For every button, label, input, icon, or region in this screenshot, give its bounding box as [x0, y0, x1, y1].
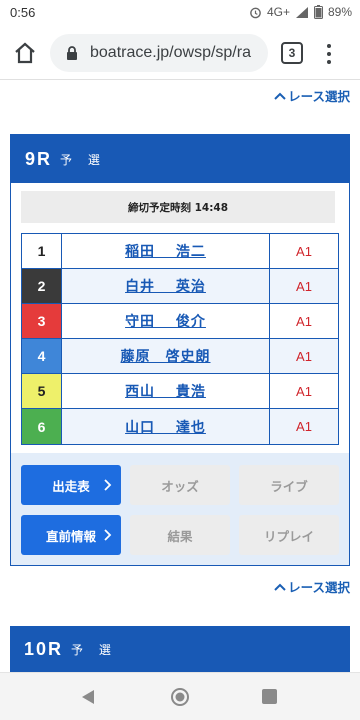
back-icon[interactable] [80, 689, 96, 705]
lane-number: 5 [22, 374, 62, 408]
racer-rank: A1 [296, 348, 312, 364]
next-race-number: 10R [24, 638, 64, 659]
entry-row: 6 山口 達也 A1 [22, 409, 338, 444]
racer-name-link[interactable]: 稲田 浩二 [62, 234, 270, 268]
chevron-right-icon [104, 529, 112, 541]
racer-name-link[interactable]: 藤原 啓史朗 [62, 339, 270, 373]
entry-table-button[interactable]: 出走表 [21, 465, 121, 505]
racer-rank: A1 [296, 278, 312, 294]
pre-info-label: 直前情報 [45, 528, 96, 544]
race-card: 9R 予 選 締切予定時刻 14:48 1 稲田 浩二 A1 2 白井 英治 A… [10, 134, 350, 566]
race-header: 9R 予 選 [11, 135, 349, 183]
url-text: boatrace.jp/owsp/sp/ra [90, 44, 251, 61]
race-select-link-top[interactable]: レース選択 [274, 86, 350, 105]
replay-button[interactable]: リプレイ [239, 515, 339, 555]
recent-apps-icon[interactable] [262, 689, 277, 704]
status-bar: 0:56 4G+ 89% [0, 0, 360, 26]
home-icon[interactable] [12, 40, 38, 66]
signal-icon [295, 6, 308, 18]
racer-rank: A1 [296, 419, 312, 434]
pre-info-button[interactable]: 直前情報 [21, 515, 121, 555]
race-action-buttons: 出走表 オッズ ライブ 直前情報 結果 リプレイ [11, 453, 349, 565]
next-race-type: 予 選 [71, 642, 117, 657]
entry-row: 4 藤原 啓史朗 A1 [22, 339, 338, 374]
tab-switcher-button[interactable]: 3 [281, 42, 303, 64]
status-icons: 4G+ 89% [249, 5, 352, 19]
chevron-right-icon [104, 479, 112, 491]
race-type: 予 選 [60, 152, 106, 167]
lock-icon [67, 46, 77, 60]
result-button[interactable]: 結果 [130, 515, 230, 555]
system-nav-bar [0, 672, 360, 720]
race-select-label: レース選択 [288, 89, 350, 104]
alarm-icon [250, 7, 261, 18]
racer-name-link[interactable]: 西山 貴浩 [62, 374, 270, 408]
lane-number: 2 [22, 269, 62, 303]
status-time: 0:56 [10, 5, 36, 20]
racer-rank: A1 [296, 383, 312, 399]
lane-number: 6 [22, 409, 62, 444]
racer-rank: A1 [296, 313, 312, 329]
chevron-up-icon [274, 583, 286, 591]
racer-name-link[interactable]: 守田 俊介 [62, 304, 270, 338]
entry-table-label: 出走表 [52, 478, 90, 494]
browser-toolbar: boatrace.jp/owsp/sp/ra 3 [0, 26, 360, 80]
lane-number: 3 [22, 304, 62, 338]
racer-rank: A1 [296, 243, 312, 259]
entry-row: 1 稲田 浩二 A1 [22, 234, 338, 269]
race-select-label: レース選択 [288, 580, 350, 595]
lane-number: 4 [22, 339, 62, 373]
entry-table: 1 稲田 浩二 A1 2 白井 英治 A1 3 守田 俊介 A1 4 藤原 啓史… [21, 233, 339, 445]
lane-number: 1 [22, 234, 62, 268]
entry-row: 3 守田 俊介 A1 [22, 304, 338, 339]
more-options-icon[interactable] [322, 42, 336, 66]
entry-row: 5 西山 貴浩 A1 [22, 374, 338, 409]
chevron-up-icon [274, 92, 286, 100]
race-number: 9R [25, 148, 53, 169]
odds-button[interactable]: オッズ [130, 465, 230, 505]
home-nav-icon[interactable] [170, 687, 190, 707]
entry-row: 2 白井 英治 A1 [22, 269, 338, 304]
next-race-header[interactable]: 10R 予 選 [10, 626, 350, 672]
racer-name-link[interactable]: 白井 英治 [62, 269, 270, 303]
url-field[interactable]: boatrace.jp/owsp/sp/ra [50, 34, 268, 72]
deadline-time: 締切予定時刻 14:48 [21, 191, 335, 223]
battery-icon [313, 5, 323, 19]
racer-name-link[interactable]: 山口 達也 [62, 409, 270, 444]
network-type: 4G+ [266, 5, 290, 19]
battery-level: 89% [327, 5, 352, 19]
race-select-link-bottom[interactable]: レース選択 [274, 577, 350, 596]
live-button[interactable]: ライブ [239, 465, 339, 505]
